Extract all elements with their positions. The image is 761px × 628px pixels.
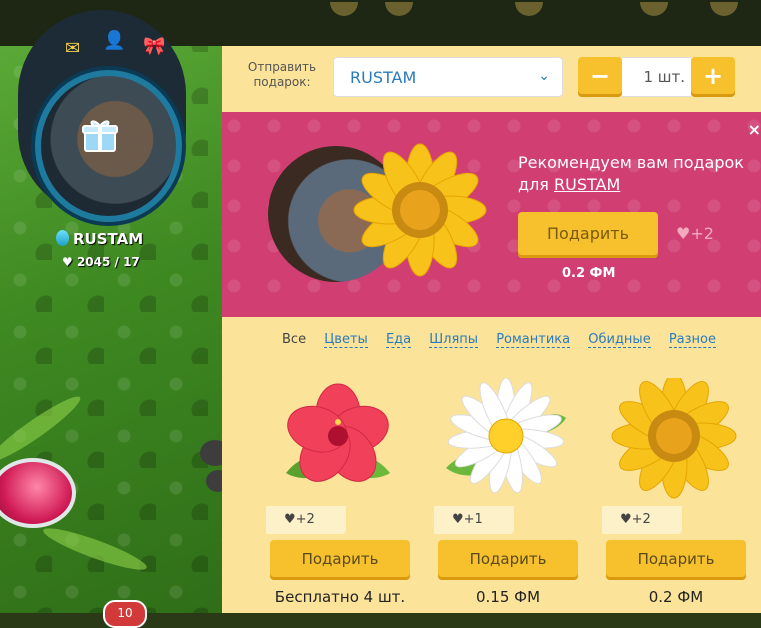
quantity-decrease-button[interactable]: −: [578, 57, 622, 97]
menu-icon[interactable]: [385, 2, 413, 16]
recommendation-prefix: Рекомендуем вам подарок для: [518, 153, 744, 194]
gift-hearts-value: +2: [295, 512, 315, 527]
sunflower-icon: [353, 143, 487, 277]
gift-item: ♥+2 Подарить Бесплатно 4 шт.: [266, 378, 410, 613]
recommended-price: 0.2 ФМ: [562, 266, 616, 281]
recommendation-text: Рекомендуем вам подарок для RUSTAM: [518, 152, 758, 196]
heart-icon: ♥: [676, 224, 691, 243]
quantity-field[interactable]: 1 шт.: [622, 57, 691, 97]
category-tabs: Все Цветы Еда Шляпы Романтика Обидные Ра…: [282, 332, 730, 352]
tab-food[interactable]: Еда: [385, 332, 412, 348]
recommendation-banner: × Рекомендуем вам подарок для RUSTAM Под…: [222, 112, 761, 317]
gift-item: ♥+2 Подарить 0.2 ФМ: [602, 378, 746, 613]
player-stats-text: 2045 / 17: [76, 255, 140, 269]
player-name[interactable]: RUSTAM: [56, 230, 143, 248]
chevron-down-icon: ⌄: [538, 68, 550, 84]
gift-item: ♥+1 Подарить 0.15 ФМ: [434, 378, 578, 613]
recipient-select[interactable]: RUSTAM ⌄: [333, 57, 563, 97]
recommended-hearts-value: +2: [690, 224, 714, 243]
heart-icon: ♥: [62, 255, 77, 269]
close-icon[interactable]: ×: [748, 120, 761, 139]
tab-misc[interactable]: Разное: [668, 332, 717, 348]
menu-icon[interactable]: [710, 2, 738, 16]
tab-romance[interactable]: Романтика: [496, 332, 571, 348]
gift-icon[interactable]: [80, 115, 120, 155]
profile-icon[interactable]: 👤: [103, 30, 125, 51]
quantity-increase-button[interactable]: +: [691, 57, 735, 97]
gift-panel: Отправить подарок: RUSTAM ⌄ − 1 шт. + ×: [222, 46, 761, 613]
heart-icon: ♥: [284, 512, 296, 527]
daisy-flower-icon[interactable]: [434, 378, 578, 508]
send-gift-label: Отправить подарок:: [247, 60, 317, 89]
menu-icon[interactable]: [515, 2, 543, 16]
gift-hearts: ♥+1: [452, 512, 483, 527]
bow-icon[interactable]: 🎀: [143, 36, 165, 57]
hibiscus-flower-icon[interactable]: [266, 378, 410, 508]
send-gift-bar: Отправить подарок: RUSTAM ⌄ − 1 шт. +: [222, 46, 761, 112]
player-name-text: RUSTAM: [73, 230, 144, 248]
sunflower-icon[interactable]: [602, 378, 746, 508]
notification-badge[interactable]: 10: [103, 600, 147, 628]
player-actions: ✉ 👤 🎀: [65, 30, 185, 64]
heart-icon: ♥: [620, 512, 632, 527]
gift-hearts-value: +1: [463, 512, 483, 527]
recipient-value: RUSTAM: [350, 68, 417, 87]
game-piece[interactable]: [0, 458, 76, 528]
egg-icon: [56, 230, 69, 246]
recipient-link[interactable]: RUSTAM: [554, 175, 620, 194]
tab-hats[interactable]: Шляпы: [429, 332, 479, 348]
gift-price: 0.2 ФМ: [648, 588, 704, 606]
gift-hearts: ♥+2: [620, 512, 651, 527]
leaf-decoration: [0, 390, 86, 468]
gift-price: 0.15 ФМ: [475, 588, 541, 606]
leaf-decoration: [40, 521, 150, 577]
gift-button[interactable]: Подарить: [270, 540, 410, 580]
tab-flowers[interactable]: Цветы: [324, 332, 368, 348]
gift-hearts-value: +2: [631, 512, 651, 527]
gift-hearts: ♥+2: [284, 512, 315, 527]
tab-offensive[interactable]: Обидные: [588, 332, 651, 348]
gift-price: Бесплатно 4 шт.: [274, 588, 406, 606]
recommended-hearts: ♥+2: [676, 224, 714, 243]
player-stats: ♥ 2045 / 17: [62, 255, 140, 269]
gift-button[interactable]: Подарить: [606, 540, 746, 580]
menu-icon[interactable]: [330, 2, 358, 16]
heart-icon: ♥: [452, 512, 464, 527]
mail-icon[interactable]: ✉: [65, 38, 80, 59]
menu-icon[interactable]: [640, 2, 668, 16]
recommended-gift-button[interactable]: Подарить: [518, 212, 658, 258]
gift-button[interactable]: Подарить: [438, 540, 578, 580]
tab-all[interactable]: Все: [282, 332, 306, 347]
